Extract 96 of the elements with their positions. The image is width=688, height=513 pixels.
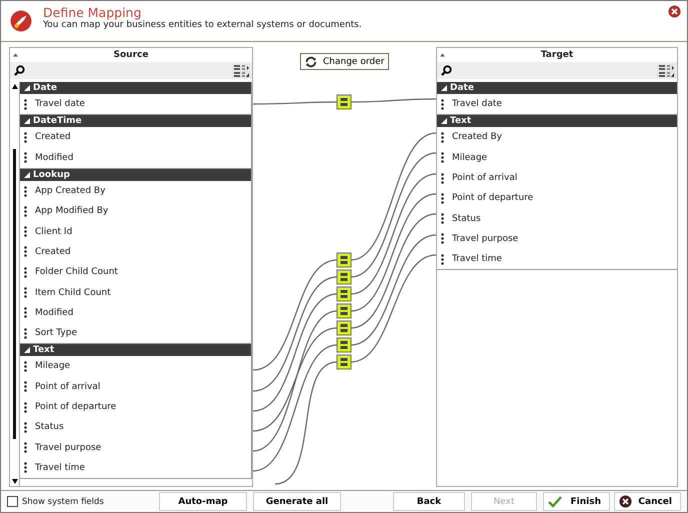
group-header[interactable]: Date — [20, 82, 251, 94]
field-name: Travel date — [35, 99, 85, 110]
field-name: Modified — [35, 308, 74, 318]
field-name: Travel purpose — [452, 234, 518, 244]
field-name: Modified — [35, 152, 74, 163]
panel-title: Target — [540, 50, 574, 60]
drag-handle-icon[interactable] — [24, 328, 27, 339]
scroll-down-icon[interactable] — [12, 479, 18, 484]
mapping-node-icon[interactable] — [336, 304, 352, 318]
scroll-up-icon[interactable] — [12, 84, 18, 89]
drag-handle-icon[interactable] — [24, 422, 27, 433]
dialog-button[interactable]: Generate all — [253, 492, 341, 511]
group-name: DateTime — [33, 116, 82, 126]
field-name: Created — [35, 132, 71, 142]
field-name: Travel purpose — [35, 442, 102, 453]
field-name: App Created By — [35, 186, 106, 196]
group-header[interactable]: Text — [437, 115, 677, 128]
field-name: Point of departure — [452, 193, 534, 204]
mapping-node-icon[interactable] — [336, 320, 352, 336]
field-name: Status — [35, 422, 64, 432]
field-name: Travel date — [452, 99, 502, 110]
sort-icon[interactable] — [232, 64, 250, 78]
mapping-node-icon[interactable] — [336, 338, 352, 352]
checkbox-label: Show system fields — [22, 496, 104, 506]
field-name: Status — [452, 214, 481, 224]
drag-handle-icon[interactable] — [441, 172, 444, 184]
collapse-arrow-icon[interactable] — [440, 53, 445, 57]
change-order-button[interactable]: Change order — [300, 53, 390, 70]
dialog-title: Define Mapping — [43, 5, 142, 20]
group-header[interactable]: Date — [437, 82, 677, 94]
drag-handle-icon[interactable] — [441, 233, 444, 244]
field-name: Point of arrival — [452, 173, 518, 184]
drag-handle-icon[interactable] — [24, 360, 27, 372]
drag-handle-icon[interactable] — [24, 381, 27, 392]
checkmark-icon — [548, 496, 562, 508]
group-header[interactable]: Text — [20, 344, 251, 356]
field-name: Mileage — [452, 152, 488, 163]
group-name: Text — [450, 116, 472, 126]
cancel-icon — [619, 495, 632, 508]
mapping-node-icon[interactable] — [336, 252, 352, 268]
drag-handle-icon[interactable] — [441, 132, 444, 143]
drag-handle-icon[interactable] — [24, 246, 27, 258]
drag-handle-icon[interactable] — [24, 132, 27, 143]
field-name: Travel time — [35, 462, 85, 473]
logo-icon — [10, 10, 32, 32]
mapping-node-icon[interactable] — [336, 286, 352, 302]
drag-handle-icon[interactable] — [441, 213, 444, 224]
checkbox[interactable] — [7, 496, 18, 507]
drag-handle-icon[interactable] — [24, 98, 27, 110]
drag-handle-icon[interactable] — [441, 254, 444, 265]
field-name: Item Child Count — [35, 288, 111, 298]
scrollbar[interactable] — [10, 82, 19, 486]
sort-icon[interactable] — [657, 64, 675, 78]
dialog-button[interactable]: Finish — [543, 492, 610, 511]
field-name: Mileage — [35, 361, 70, 372]
drag-handle-icon[interactable] — [24, 152, 27, 164]
group-name: Text — [33, 345, 54, 356]
mapping-node-icon[interactable] — [336, 354, 352, 370]
drag-handle-icon[interactable] — [24, 206, 27, 217]
drag-handle-icon[interactable] — [24, 402, 27, 412]
group-name: Date — [33, 83, 57, 93]
dialog-button[interactable]: Cancel — [614, 492, 681, 511]
field-name: Point of departure — [35, 402, 116, 412]
field-name: Folder Child Count — [35, 267, 118, 278]
drag-handle-icon[interactable] — [24, 462, 27, 474]
mapping-node-icon[interactable] — [336, 94, 352, 110]
field-name: Travel time — [452, 254, 502, 264]
field-name: Created — [35, 246, 71, 257]
drag-handle-icon[interactable] — [24, 226, 27, 238]
drag-handle-icon[interactable] — [24, 287, 27, 298]
field-name: Client Id — [35, 226, 72, 237]
refresh-icon — [305, 56, 317, 68]
dialog-button[interactable]: Auto-map — [159, 492, 247, 511]
panel-title: Source — [114, 50, 148, 60]
close-icon[interactable] — [668, 5, 681, 18]
search-icon[interactable] — [441, 65, 452, 76]
search-icon[interactable] — [14, 65, 25, 76]
mapping-node-icon[interactable] — [336, 270, 352, 284]
drag-handle-icon[interactable] — [441, 98, 444, 110]
group-header[interactable]: DateTime — [20, 115, 251, 128]
drag-handle-icon[interactable] — [24, 442, 27, 454]
drag-handle-icon[interactable] — [24, 307, 27, 318]
group-header[interactable]: Lookup — [20, 168, 251, 181]
dialog-button[interactable]: Back — [393, 492, 465, 511]
group-name: Lookup — [33, 170, 70, 180]
field-name: Created By — [452, 132, 502, 142]
field-name: Point of arrival — [35, 382, 100, 392]
collapse-arrow-icon[interactable] — [13, 53, 18, 57]
dialog-subtitle: You can map your business entities to external systems or documents. — [43, 20, 363, 30]
drag-handle-icon[interactable] — [441, 192, 444, 204]
drag-handle-icon[interactable] — [441, 152, 444, 164]
field-name: App Modified By — [35, 206, 108, 216]
drag-handle-icon[interactable] — [24, 266, 27, 278]
field-name: Sort Type — [35, 328, 77, 338]
group-name: Date — [450, 83, 474, 93]
drag-handle-icon[interactable] — [24, 186, 27, 197]
